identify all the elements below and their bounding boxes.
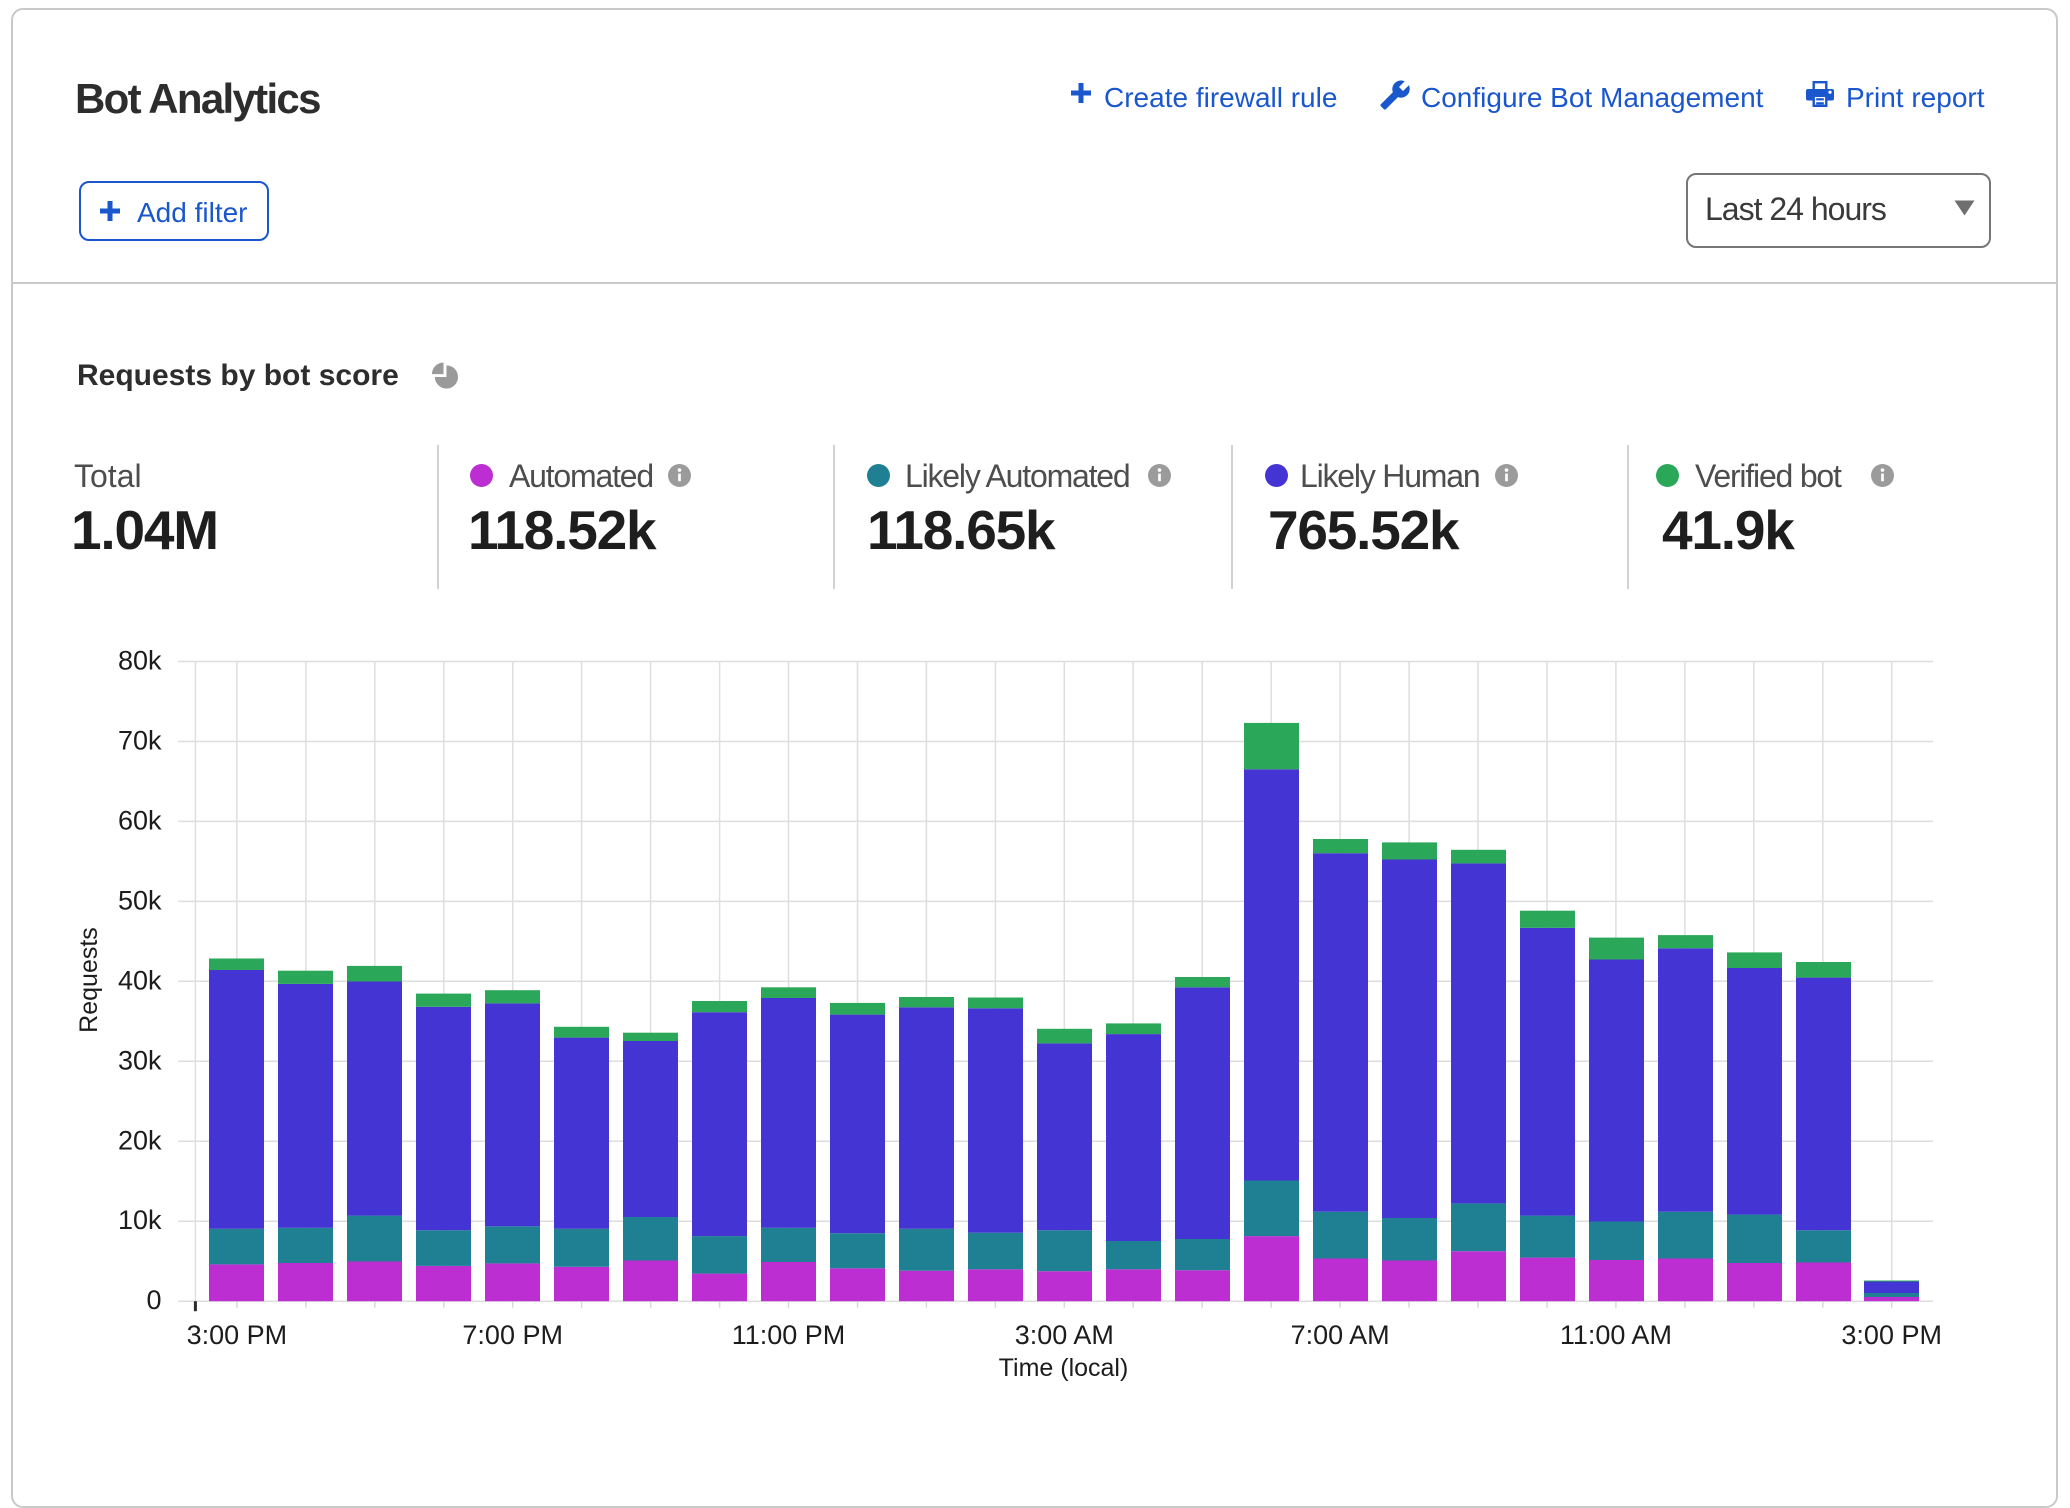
svg-text:50k: 50k [118, 885, 162, 915]
svg-text:80k: 80k [118, 646, 162, 676]
svg-text:20k: 20k [118, 1125, 162, 1155]
svg-text:60k: 60k [118, 805, 162, 835]
svg-text:7:00 PM: 7:00 PM [462, 1320, 563, 1350]
svg-text:10k: 10k [118, 1205, 162, 1235]
svg-text:7:00 AM: 7:00 AM [1291, 1320, 1390, 1350]
svg-text:11:00 AM: 11:00 AM [1560, 1320, 1672, 1350]
svg-text:Requests: Requests [75, 927, 103, 1033]
svg-text:3:00 PM: 3:00 PM [1841, 1320, 1942, 1350]
svg-text:3:00 AM: 3:00 AM [1015, 1320, 1114, 1350]
svg-text:Time (local): Time (local) [999, 1354, 1129, 1382]
svg-text:40k: 40k [118, 965, 162, 995]
svg-text:70k: 70k [118, 726, 162, 756]
svg-text:11:00 PM: 11:00 PM [732, 1320, 846, 1350]
svg-text:0: 0 [146, 1285, 161, 1315]
svg-text:3:00 PM: 3:00 PM [187, 1320, 288, 1350]
svg-text:30k: 30k [118, 1045, 162, 1075]
